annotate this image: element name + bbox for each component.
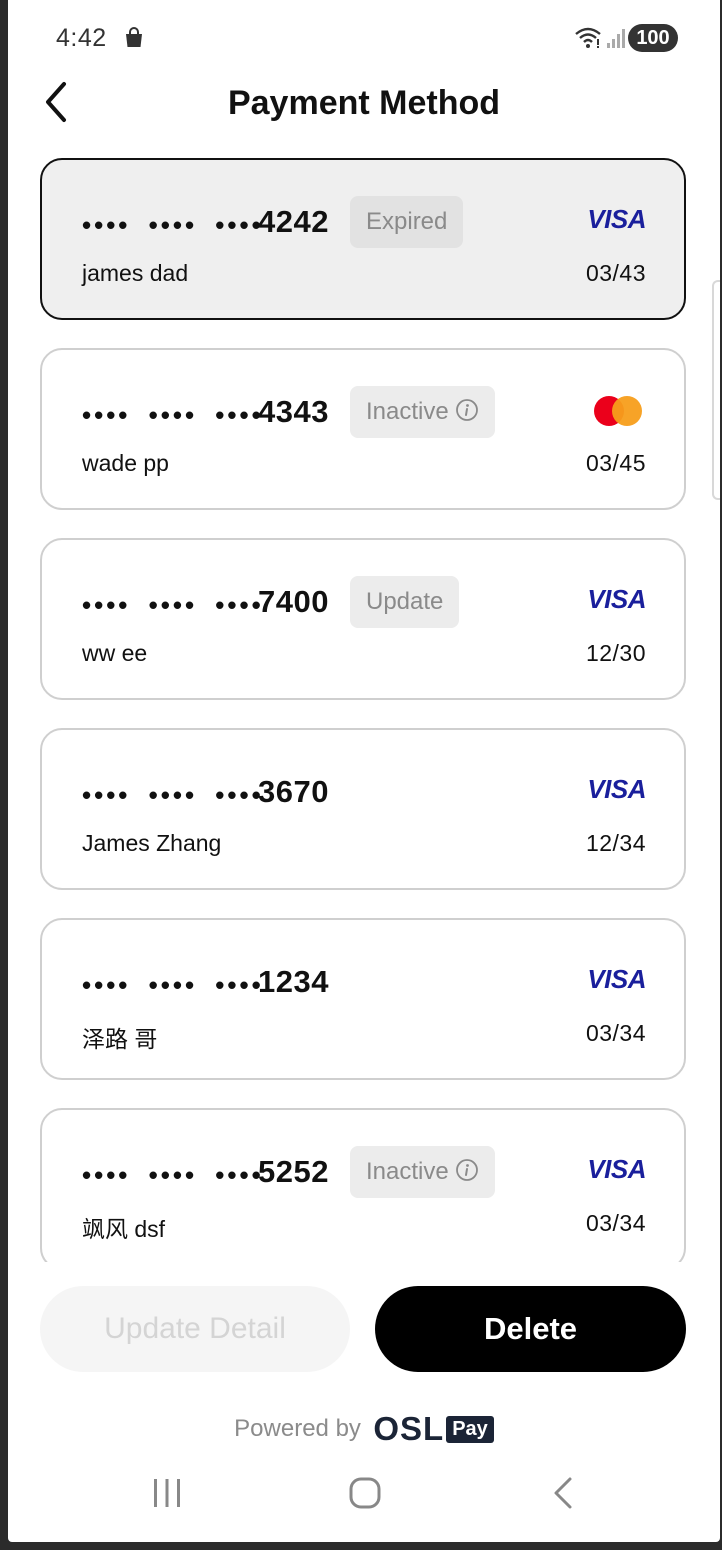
card-expiry: 12/30 <box>585 640 646 666</box>
pay-badge: Pay <box>446 1415 494 1443</box>
card-status-badge: Expired <box>350 196 464 248</box>
card-status-label: Update <box>366 588 444 615</box>
card-status-label: Inactive <box>366 1158 449 1185</box>
visa-brand-text: VISA <box>587 1154 646 1184</box>
card-list[interactable]: •••• •••• •••• 4242 Expired james dad 03/43 V… <box>8 150 720 1262</box>
card-holder-name: 泽路 哥 <box>82 1026 158 1052</box>
card-last4: 7400 <box>258 584 329 619</box>
card-masked-digits: •••• •••• •••• <box>82 780 264 810</box>
signal-icon <box>607 29 625 48</box>
wifi-icon <box>575 27 601 48</box>
card-masked-digits: •••• •••• •••• <box>82 970 264 1000</box>
card-status-badge: Inactive <box>350 386 495 438</box>
card-status-label: Inactive <box>366 398 449 425</box>
visa-logo-icon: VISA <box>587 774 646 805</box>
card-holder-name: James Zhang <box>82 830 222 856</box>
card-expiry: 03/34 <box>585 1210 646 1236</box>
visa-logo-icon: VISA <box>587 1154 646 1185</box>
card-expiry: 12/34 <box>585 830 646 856</box>
info-icon[interactable] <box>455 398 479 422</box>
card-holder-name: james dad <box>82 260 189 286</box>
card-expiry: 03/34 <box>585 1020 646 1046</box>
powered-by-footer: Powered by OSL Pay <box>8 1410 720 1448</box>
payment-card[interactable]: •••• •••• •••• 1234 泽路 哥 03/34 VISA <box>40 918 686 1080</box>
card-masked-digits: •••• •••• •••• <box>82 210 264 240</box>
card-masked-digits: •••• •••• •••• <box>82 590 264 620</box>
mastercard-orange-circle <box>612 396 642 426</box>
page-title: Payment Method <box>227 84 501 122</box>
mastercard-logo-icon <box>594 396 646 426</box>
status-bar: 4:42 100 <box>8 18 720 58</box>
visa-logo-icon: VISA <box>587 964 646 995</box>
card-expiry: 03/43 <box>585 260 646 286</box>
recents-icon[interactable] <box>150 1476 184 1510</box>
home-icon[interactable] <box>348 1476 382 1510</box>
battery-indicator: 100 <box>628 24 678 52</box>
card-status-badge[interactable]: Update <box>350 576 460 628</box>
visa-logo-icon: VISA <box>587 584 646 615</box>
card-last4: 4343 <box>258 394 329 429</box>
visa-logo-icon: VISA <box>587 204 646 235</box>
card-holder-name: 飒风 dsf <box>82 1216 166 1242</box>
shopping-bag-icon <box>126 27 142 47</box>
card-holder-name: ww ee <box>82 640 148 666</box>
osl-brand: OSL <box>373 1410 445 1447</box>
delete-button[interactable]: Delete <box>375 1286 686 1372</box>
card-last4: 1234 <box>258 964 329 999</box>
card-masked-digits: •••• •••• •••• <box>82 1160 264 1190</box>
card-last4: 4242 <box>258 204 329 239</box>
powered-by-text: Powered by <box>234 1415 361 1442</box>
card-last4: 5252 <box>258 1154 329 1189</box>
payment-card[interactable]: •••• •••• •••• 4343 Inactive wade pp 03/45 <box>40 348 686 510</box>
payment-card[interactable]: •••• •••• •••• 7400 Update ww ee 12/30 VISA <box>40 538 686 700</box>
osl-pay-logo: OSL Pay <box>373 1410 494 1448</box>
visa-brand-text: VISA <box>587 204 646 234</box>
card-status-badge: Inactive <box>350 1146 495 1198</box>
card-expiry: 03/45 <box>585 450 646 476</box>
mastercard-circles <box>594 396 642 426</box>
visa-brand-text: VISA <box>587 774 646 804</box>
nav-back-icon[interactable] <box>550 1476 580 1510</box>
scrollbar[interactable] <box>712 280 720 500</box>
payment-card[interactable]: •••• •••• •••• 3670 James Zhang 12/34 VISA <box>40 728 686 890</box>
card-masked-digits: •••• •••• •••• <box>82 400 264 430</box>
visa-brand-text: VISA <box>587 964 646 994</box>
update-detail-button[interactable]: Update Detail <box>40 1286 350 1372</box>
info-icon[interactable] <box>455 1158 479 1182</box>
payment-card[interactable]: •••• •••• •••• 5252 Inactive 飒风 dsf 03/34 VIS… <box>40 1108 686 1262</box>
payment-method-screen: 4:42 100 Payment Method •••• •••• •••• 42… <box>8 0 720 1542</box>
card-status-label: Expired <box>366 208 448 235</box>
payment-card[interactable]: •••• •••• •••• 4242 Expired james dad 03/43 V… <box>40 158 686 320</box>
card-last4: 3670 <box>258 774 329 809</box>
status-time: 4:42 <box>56 24 107 52</box>
visa-brand-text: VISA <box>587 584 646 614</box>
card-holder-name: wade pp <box>82 450 169 476</box>
